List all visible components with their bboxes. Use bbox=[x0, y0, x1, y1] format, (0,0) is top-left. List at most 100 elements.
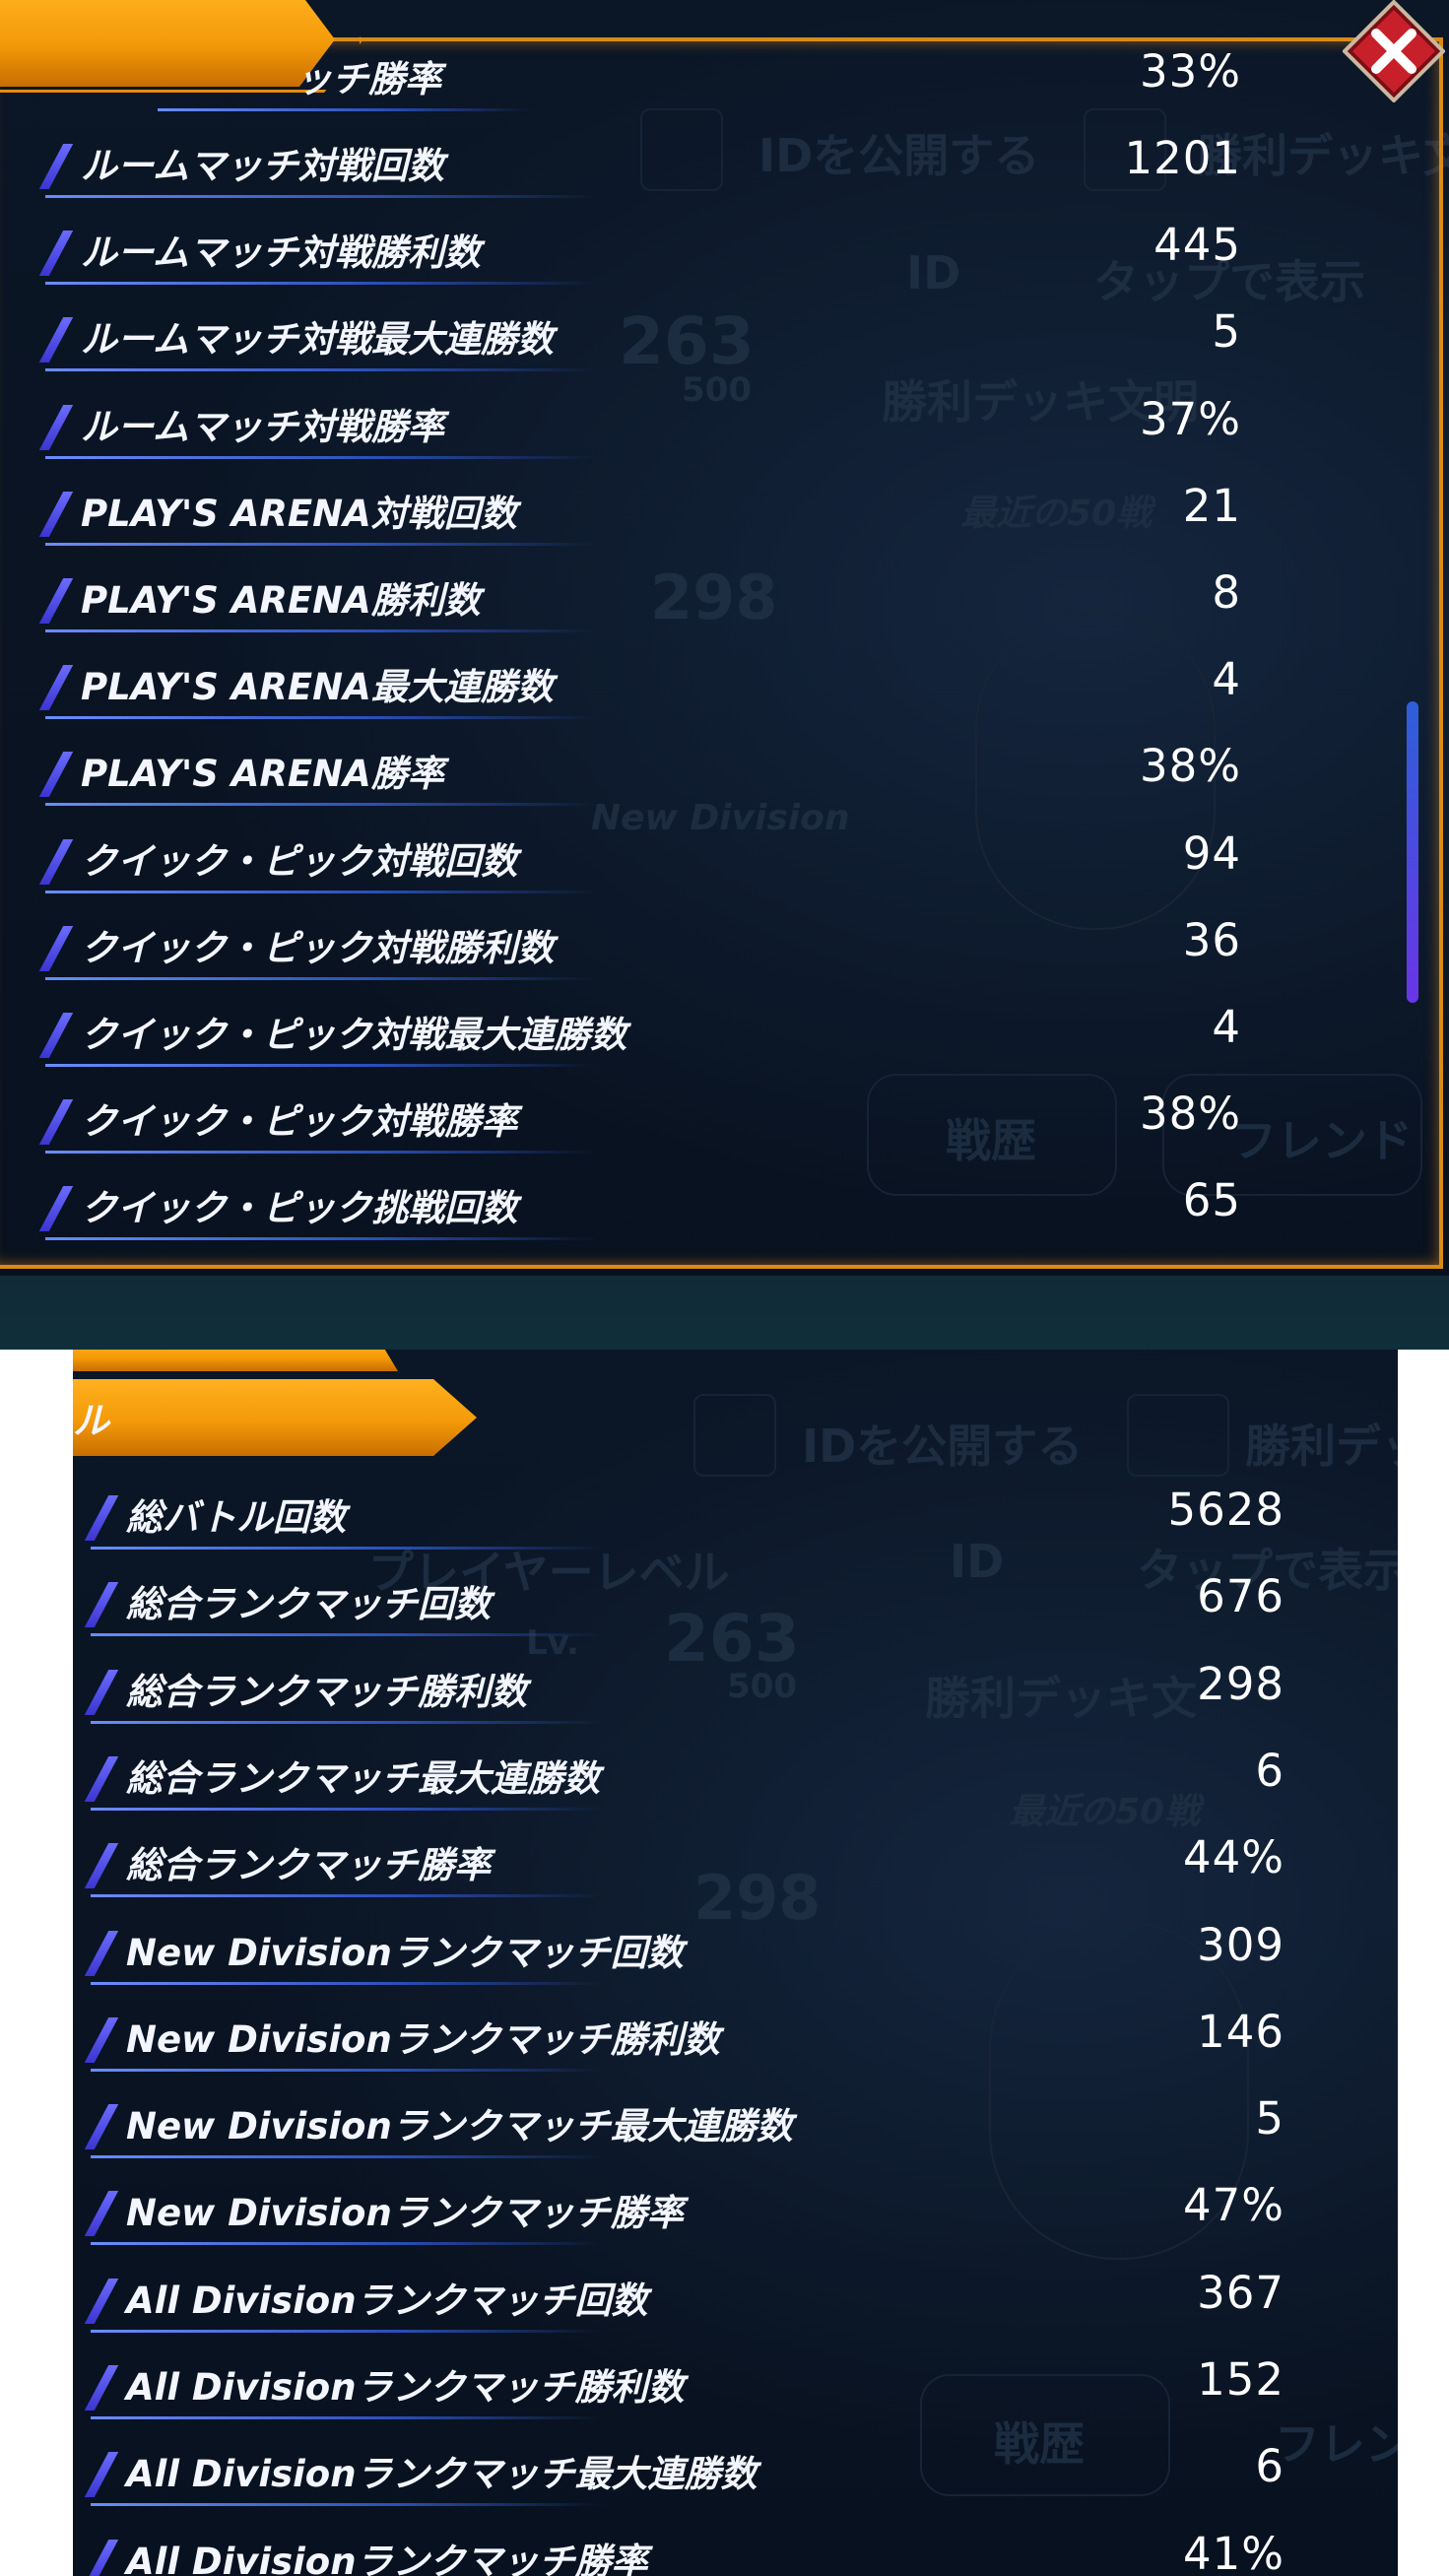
stat-label: クイック・ピック対戦勝率 bbox=[81, 1100, 518, 1144]
row-underline bbox=[45, 1151, 597, 1155]
stat-value: 6 bbox=[1255, 1744, 1284, 1797]
stat-label: New Divisionランクマッチ勝利数 bbox=[126, 2017, 720, 2061]
stat-value: 5 bbox=[1212, 305, 1241, 359]
row-underline bbox=[45, 1064, 597, 1067]
stat-value: 47% bbox=[1182, 2179, 1284, 2232]
row-slash-accent bbox=[38, 578, 74, 624]
stat-value: 21 bbox=[1182, 479, 1241, 532]
header-tab-orange-top bbox=[73, 1350, 398, 1371]
stat-value: 4 bbox=[1212, 1001, 1241, 1053]
row-slash-accent bbox=[84, 1930, 119, 1976]
row-underline bbox=[45, 803, 597, 807]
row-slash-accent bbox=[38, 925, 74, 971]
stat-value: 5 bbox=[1255, 2092, 1284, 2146]
stat-value: 44% bbox=[1182, 1831, 1284, 1884]
row-underline bbox=[91, 2068, 603, 2072]
stat-label: 総合ランクマッチ勝率 bbox=[126, 1844, 491, 1887]
stats-panel-top: IDを公開する 勝利デッキ文 ID タップで表示 263 500 勝利デッキ文明… bbox=[0, 0, 1449, 1350]
row-underline bbox=[45, 455, 597, 459]
stat-label: PLAY'S ARENA最大連勝数 bbox=[81, 666, 554, 709]
stat-label: クイック・ピック挑戦回数 bbox=[81, 1187, 518, 1230]
stat-value: 676 bbox=[1197, 1570, 1284, 1623]
stat-value: 152 bbox=[1197, 2353, 1284, 2406]
stat-label: ルームマッチ対戦勝率 bbox=[81, 405, 444, 448]
stat-row: クイック・ピック対戦最大連勝数 4 bbox=[0, 995, 1449, 1082]
row-slash-accent bbox=[84, 2016, 119, 2063]
stat-row: All Divisionランクマッチ回数 367 bbox=[73, 2261, 1398, 2347]
row-underline bbox=[45, 368, 597, 372]
stat-row: クイック・ピック対戦回数 94 bbox=[0, 822, 1449, 908]
stat-value: 298 bbox=[1197, 1657, 1284, 1710]
row-slash-accent bbox=[38, 404, 74, 450]
stat-row: クイック・ピック挑戦回数 65 bbox=[0, 1168, 1449, 1255]
stat-value: 367 bbox=[1197, 2266, 1284, 2319]
stat-label: クイック・ピック対戦勝利数 bbox=[81, 926, 555, 969]
stat-value: 309 bbox=[1197, 1918, 1284, 1971]
stat-label: All Divisionランクマッチ勝利数 bbox=[126, 2366, 685, 2409]
stat-label: PLAY'S ARENA勝利数 bbox=[81, 579, 481, 622]
bg-checkbox bbox=[693, 1394, 776, 1477]
stat-row: 総バトル回数 5628 bbox=[73, 1478, 1398, 1564]
bg-checkbox bbox=[1127, 1394, 1229, 1477]
stat-label: All Divisionランクマッチ最大連勝数 bbox=[126, 2453, 757, 2496]
stat-value: 445 bbox=[1153, 219, 1241, 272]
stat-row: 総合ランクマッチ勝利数 298 bbox=[73, 1652, 1398, 1739]
stat-label: クイック・ピック対戦回数 bbox=[81, 839, 518, 883]
stat-row: ルームマッチ対戦勝利数 445 bbox=[0, 213, 1449, 299]
stat-value: 38% bbox=[1139, 740, 1241, 793]
stat-row: PLAY'S ARENA勝率 38% bbox=[0, 734, 1449, 821]
row-underline bbox=[91, 1720, 603, 1724]
stat-row: New Divisionランクマッチ回数 309 bbox=[73, 1913, 1398, 2000]
stat-value: 8 bbox=[1212, 566, 1241, 619]
row-underline bbox=[91, 2503, 603, 2507]
stat-row: ルームマッチ対戦最大連勝数 5 bbox=[0, 299, 1449, 386]
row-underline bbox=[91, 1633, 603, 1637]
row-underline bbox=[45, 195, 597, 198]
stat-row: 総合ランクマッチ最大連勝数 6 bbox=[73, 1739, 1398, 1825]
stat-label: ルームマッチ対戦勝利数 bbox=[81, 231, 481, 275]
row-slash-accent bbox=[84, 1843, 119, 1889]
stat-value: 65 bbox=[1182, 1174, 1241, 1227]
row-slash-accent bbox=[38, 838, 74, 885]
row-underline bbox=[45, 629, 597, 632]
stat-value: 33% bbox=[1139, 45, 1241, 98]
row-underline bbox=[91, 2416, 603, 2419]
row-underline bbox=[91, 1894, 603, 1898]
row-slash-accent bbox=[38, 231, 74, 277]
scrollbar-thumb[interactable] bbox=[1407, 701, 1418, 1003]
stat-row: All Divisionランクマッチ最大連勝数 6 bbox=[73, 2434, 1398, 2521]
row-slash-accent bbox=[38, 1013, 74, 1058]
row-slash-accent bbox=[38, 665, 74, 711]
row-underline bbox=[91, 1547, 603, 1550]
row-underline bbox=[45, 1237, 597, 1241]
header-tab-orange bbox=[73, 1379, 477, 1456]
header-tab-label: ル bbox=[73, 1400, 109, 1442]
row-slash-accent bbox=[84, 2278, 119, 2324]
stat-row: ルームマッチ対戦回数 1201 bbox=[0, 126, 1449, 213]
stat-value: 94 bbox=[1182, 826, 1241, 880]
stat-row: 総合ランクマッチ勝率 44% bbox=[73, 1825, 1398, 1912]
stats-panel-bottom: IDを公開する 勝利デッキ ID タップで表示 プレイヤーレベル Lv. 263… bbox=[73, 1350, 1398, 2576]
close-button[interactable] bbox=[1342, 0, 1446, 103]
stat-row-header: ッチ勝率 33% bbox=[0, 39, 1449, 126]
stat-row: PLAY'S ARENA最大連勝数 4 bbox=[0, 647, 1449, 734]
stat-row: クイック・ピック対戦勝率 38% bbox=[0, 1082, 1449, 1168]
row-slash-accent bbox=[84, 2365, 119, 2411]
row-underline bbox=[91, 2155, 603, 2159]
stat-label: クイック・ピック対戦最大連勝数 bbox=[81, 1014, 627, 1056]
row-underline bbox=[45, 716, 597, 720]
stat-value: 41% bbox=[1182, 2527, 1284, 2576]
stat-label: New Divisionランクマッチ勝率 bbox=[126, 2192, 684, 2235]
row-slash-accent bbox=[38, 1186, 74, 1232]
stat-label: All Divisionランクマッチ勝率 bbox=[126, 2540, 648, 2576]
row-slash-accent bbox=[84, 1755, 119, 1802]
stat-row: New Divisionランクマッチ勝率 47% bbox=[73, 2173, 1398, 2260]
stat-label: ッチ勝率 bbox=[296, 58, 441, 100]
stat-row: PLAY'S ARENA勝利数 8 bbox=[0, 561, 1449, 647]
bg-publish-id-text: IDを公開する bbox=[802, 1420, 1084, 1473]
stat-row: New Divisionランクマッチ勝利数 146 bbox=[73, 2000, 1398, 2086]
stat-label: 総合ランクマッチ回数 bbox=[126, 1583, 491, 1626]
panel-below-strip bbox=[0, 1276, 1449, 1350]
row-slash-accent bbox=[38, 144, 74, 189]
row-underline bbox=[45, 976, 597, 980]
